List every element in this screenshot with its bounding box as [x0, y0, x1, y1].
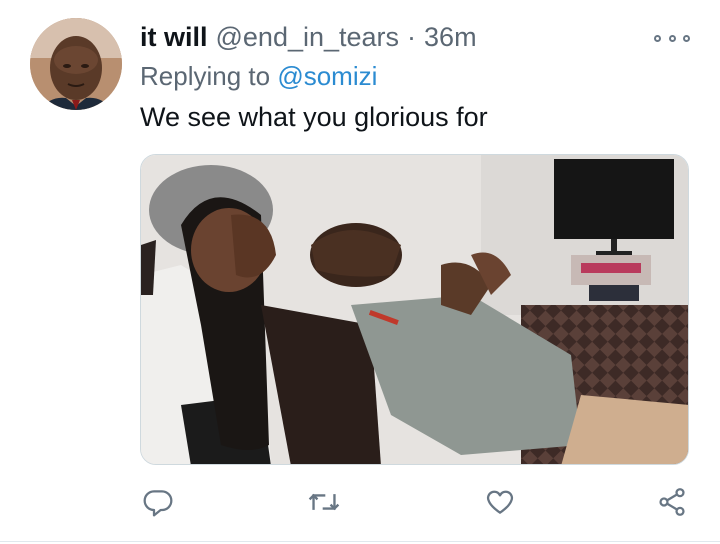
photo-image — [141, 155, 688, 464]
tweet-header: it will @end_in_tears · 36m — [140, 20, 477, 54]
author-handle[interactable]: @end_in_tears — [216, 20, 400, 54]
avatar-image — [30, 18, 122, 110]
divider — [0, 541, 720, 542]
replying-to-mention[interactable]: @somizi — [277, 61, 377, 91]
tweet-photo[interactable] — [140, 154, 689, 465]
more-options-icon[interactable] — [654, 28, 690, 48]
heart-icon[interactable] — [482, 484, 518, 520]
avatar[interactable] — [30, 18, 122, 110]
tweet-text: We see what you glorious for — [140, 102, 488, 132]
share-icon[interactable] — [654, 484, 690, 520]
reply-icon[interactable] — [140, 484, 176, 520]
tweet-actions — [0, 484, 720, 524]
retweet-icon[interactable] — [306, 484, 342, 520]
replying-to-label: Replying to — [140, 61, 271, 91]
separator-dot: · — [407, 22, 417, 52]
author-name[interactable]: it will — [140, 20, 208, 54]
replying-to: Replying to @somizi — [140, 60, 377, 92]
tweet-timestamp[interactable]: 36m — [424, 20, 477, 54]
